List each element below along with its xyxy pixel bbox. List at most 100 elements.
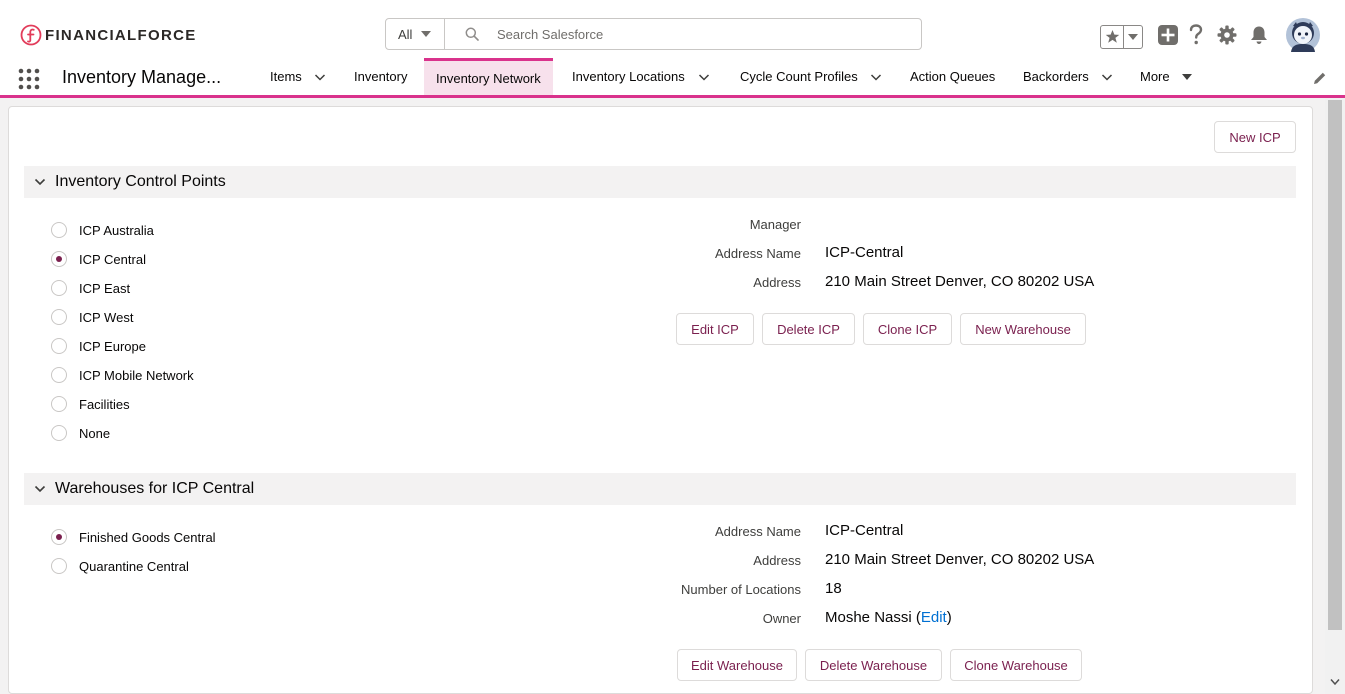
search-scope-dropdown[interactable]: All	[386, 19, 445, 49]
nav-item-inventory-locations[interactable]: Inventory Locations	[572, 58, 710, 95]
nav-item-inventory[interactable]: Inventory	[354, 58, 407, 95]
app-name: Inventory Manage...	[62, 67, 222, 87]
radio-button[interactable]	[51, 367, 67, 383]
manager-label: Manager	[749, 217, 801, 232]
radio-button-selected[interactable]	[51, 529, 67, 545]
radio-button[interactable]	[51, 280, 67, 296]
icp-option-west[interactable]: ICP West	[51, 307, 133, 327]
nav-item-items[interactable]: Items	[270, 58, 326, 95]
icp-address-value: 210 Main Street Denver, CO 80202 USA	[825, 273, 1095, 290]
favorites-button-group	[1100, 24, 1143, 49]
radio-label: Finished Goods Central	[79, 529, 216, 545]
section-title: Inventory Control Points	[55, 173, 226, 190]
scroll-down-arrow-icon[interactable]	[1330, 678, 1340, 686]
icp-option-australia[interactable]: ICP Australia	[51, 220, 154, 240]
financialforce-logo-icon	[20, 24, 42, 46]
icp-address-label: Address	[753, 275, 801, 290]
radio-button-selected[interactable]	[51, 251, 67, 267]
nav-item-label: Action Queues	[910, 69, 996, 84]
warehouses-section-header[interactable]: Warehouses for ICP Central	[24, 473, 1296, 505]
setup-button[interactable]	[1217, 25, 1237, 45]
radio-button[interactable]	[51, 309, 67, 325]
warehouse-address-name-label: Address Name	[715, 524, 801, 539]
warehouse-address-label: Address	[753, 553, 801, 568]
new-warehouse-button[interactable]: New Warehouse	[960, 313, 1086, 345]
favorites-list-button[interactable]	[1124, 26, 1142, 48]
edit-warehouse-button[interactable]: Edit Warehouse	[677, 649, 797, 681]
nav-item-label: Backorders	[1023, 69, 1089, 84]
owner-edit-link[interactable]: Edit	[921, 609, 947, 626]
clone-warehouse-button[interactable]: Clone Warehouse	[950, 649, 1082, 681]
radio-label: ICP Central	[79, 251, 146, 267]
edit-nav-pencil-icon[interactable]	[1313, 71, 1327, 85]
chevron-down-icon[interactable]	[314, 71, 326, 83]
radio-button[interactable]	[51, 396, 67, 412]
gear-icon	[1217, 25, 1237, 45]
radio-label: ICP West	[79, 309, 134, 325]
scrollbar-thumb[interactable]	[1328, 100, 1342, 630]
page-scrollbar[interactable]	[1325, 98, 1345, 694]
nav-item-more[interactable]: More	[1140, 58, 1192, 95]
radio-button[interactable]	[51, 222, 67, 238]
new-icp-button[interactable]: New ICP	[1214, 121, 1296, 153]
nav-item-label: Items	[270, 69, 302, 84]
nav-item-label: More	[1140, 69, 1170, 84]
radio-button[interactable]	[51, 425, 67, 441]
nav-item-label: Cycle Count Profiles	[740, 69, 858, 84]
app-navigation-bar: Inventory Manage... Items Inventory Inve…	[0, 58, 1345, 98]
help-button[interactable]	[1189, 24, 1203, 46]
favorites-button[interactable]	[1101, 25, 1124, 48]
icp-address-name-value: ICP-Central	[825, 244, 904, 261]
icp-address-name-label: Address Name	[715, 246, 801, 261]
inventory-network-card: New ICP Inventory Control Points ICP Aus…	[8, 106, 1313, 694]
avatar[interactable]	[1286, 18, 1320, 52]
paren-close: )	[946, 609, 952, 626]
icp-section-header[interactable]: Inventory Control Points	[24, 166, 1296, 198]
icp-option-facilities[interactable]: Facilities	[51, 394, 130, 414]
financialforce-logo[interactable]: FINANCIALFORCE	[20, 23, 197, 47]
chevron-down-icon[interactable]	[34, 483, 46, 495]
radio-button[interactable]	[51, 558, 67, 574]
header-tools	[1100, 15, 1320, 55]
chevron-down-icon[interactable]	[870, 71, 882, 83]
nav-item-action-queues[interactable]: Action Queues	[910, 58, 995, 95]
astro-avatar-icon	[1286, 18, 1320, 52]
radio-button[interactable]	[51, 338, 67, 354]
nav-item-cycle-count-profiles[interactable]: Cycle Count Profiles	[740, 58, 882, 95]
warehouse-option-finished-goods-central[interactable]: Finished Goods Central	[51, 527, 216, 547]
icp-option-none[interactable]: None	[51, 423, 110, 443]
icp-option-mobile-network[interactable]: ICP Mobile Network	[51, 365, 194, 385]
chevron-down-icon[interactable]	[698, 71, 710, 83]
brand-name: FINANCIALFORCE	[45, 26, 197, 44]
nav-item-inventory-network[interactable]: Inventory Network	[424, 58, 553, 95]
chevron-down-icon[interactable]	[34, 176, 46, 188]
icp-option-europe[interactable]: ICP Europe	[51, 336, 146, 356]
radio-label: ICP Australia	[79, 222, 154, 238]
nav-item-label: Inventory Locations	[572, 69, 685, 84]
search-input[interactable]	[497, 26, 877, 42]
notifications-button[interactable]	[1250, 25, 1268, 45]
warehouse-option-quarantine-central[interactable]: Quarantine Central	[51, 556, 189, 576]
app-launcher-icon[interactable]	[18, 68, 40, 90]
delete-warehouse-button[interactable]: Delete Warehouse	[805, 649, 942, 681]
add-icon	[1158, 25, 1178, 45]
edit-icp-button[interactable]: Edit ICP	[676, 313, 754, 345]
clone-icp-button[interactable]: Clone ICP	[863, 313, 952, 345]
icp-option-east[interactable]: ICP East	[51, 278, 130, 298]
section-title: Warehouses for ICP Central	[55, 480, 255, 497]
delete-icp-button[interactable]: Delete ICP	[762, 313, 855, 345]
radio-label: Facilities	[79, 396, 130, 412]
global-header: FINANCIALFORCE All	[0, 0, 1345, 58]
chevron-down-icon[interactable]	[1101, 71, 1113, 83]
global-actions-button[interactable]	[1158, 25, 1178, 45]
radio-label: ICP Europe	[79, 338, 146, 354]
nav-item-backorders[interactable]: Backorders	[1023, 58, 1113, 95]
help-icon	[1189, 24, 1203, 45]
star-icon	[1105, 29, 1119, 43]
caret-down-icon	[421, 31, 432, 37]
icp-option-central[interactable]: ICP Central	[51, 249, 146, 269]
warehouse-address-value: 210 Main Street Denver, CO 80202 USA	[825, 551, 1095, 568]
warehouse-address-name-value: ICP-Central	[825, 522, 904, 539]
number-of-locations-value: 18	[825, 580, 842, 597]
radio-label: None	[79, 425, 111, 441]
